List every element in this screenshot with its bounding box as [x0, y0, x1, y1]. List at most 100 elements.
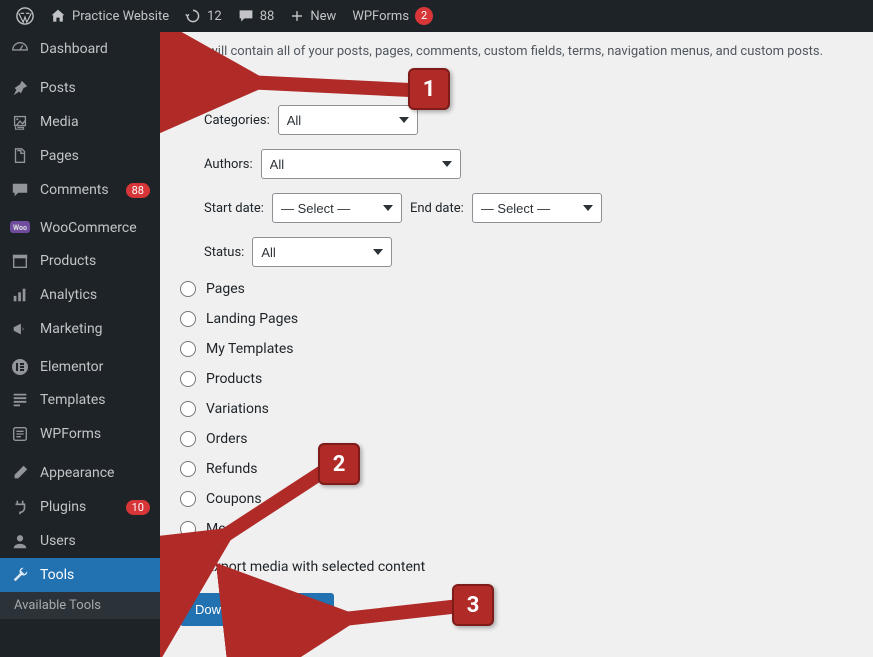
radio-variations[interactable]	[180, 401, 196, 417]
radio-coupons-label: Coupons	[206, 491, 262, 507]
sidebar-item-analytics[interactable]: Analytics	[0, 278, 160, 312]
radio-orders-label: Orders	[206, 431, 248, 447]
sidebar-item-media[interactable]: Media	[0, 105, 160, 139]
wpforms-label: WPForms	[352, 9, 409, 24]
radio-products[interactable]	[180, 371, 196, 387]
comment-icon	[10, 181, 30, 199]
radio-my-templates[interactable]	[180, 341, 196, 357]
wpforms-icon	[10, 425, 30, 443]
pages-icon	[10, 147, 30, 165]
brush-icon	[10, 464, 30, 482]
elementor-icon	[10, 359, 30, 375]
categories-select[interactable]: All	[278, 105, 418, 135]
sidebar-item-label: Elementor	[40, 359, 150, 375]
templates-icon	[10, 391, 30, 409]
sidebar-item-templates[interactable]: Templates	[0, 383, 160, 417]
status-select[interactable]: All	[252, 237, 392, 267]
sidebar-item-label: WooCommerce	[40, 220, 150, 236]
radio-refunds[interactable]	[180, 461, 196, 477]
sidebar-item-pages[interactable]: Pages	[0, 139, 160, 173]
sidebar-item-comments[interactable]: Comments 88	[0, 173, 160, 207]
radio-my-templates-label: My Templates	[206, 341, 294, 357]
export-description: This will contain all of your posts, pag…	[180, 44, 853, 59]
radio-orders[interactable]	[180, 431, 196, 447]
megaphone-icon	[10, 320, 30, 338]
sidebar-item-label: Tools	[40, 567, 150, 583]
wrench-icon	[10, 566, 30, 584]
radio-pages[interactable]	[180, 281, 196, 297]
sidebar-item-dashboard[interactable]: Dashboard	[0, 32, 160, 66]
export-media-checkbox-label: Export media with selected content	[206, 559, 425, 575]
end-date-label: End date:	[410, 201, 464, 216]
sidebar-item-appearance[interactable]: Appearance	[0, 456, 160, 490]
sidebar-item-label: Plugins	[40, 499, 116, 515]
categories-label: Categories:	[204, 113, 270, 128]
new-content-link[interactable]: New	[282, 0, 344, 32]
media-icon	[10, 113, 30, 131]
site-name-label: Practice Website	[72, 9, 169, 24]
radio-media-option-label: Me	[206, 521, 226, 537]
comment-icon	[238, 8, 254, 24]
plug-icon	[10, 498, 30, 516]
updates-link[interactable]: 12	[177, 0, 230, 32]
archive-icon	[10, 252, 30, 270]
download-export-button[interactable]: Download Export File	[180, 593, 334, 626]
sidebar-item-users[interactable]: Users	[0, 524, 160, 558]
wpforms-menu-link[interactable]: WPForms 2	[344, 0, 441, 32]
wordpress-icon	[16, 7, 34, 25]
site-name-link[interactable]: Practice Website	[42, 0, 177, 32]
plus-icon	[290, 9, 304, 23]
sidebar-item-label: Templates	[40, 392, 150, 408]
sidebar-item-label: Media	[40, 114, 150, 130]
comments-link[interactable]: 88	[230, 0, 283, 32]
sidebar-item-woocommerce[interactable]: Woo WooCommerce	[0, 212, 160, 244]
sidebar-item-label: Analytics	[40, 287, 150, 303]
radio-landing-pages-label: Landing Pages	[206, 311, 298, 327]
chart-icon	[10, 286, 30, 304]
admin-bar: Practice Website 12 88 New WPForms 2	[0, 0, 873, 32]
radio-products-label: Products	[206, 371, 262, 387]
sidebar-item-label: Dashboard	[40, 41, 150, 57]
sidebar-item-label: WPForms	[40, 426, 150, 442]
comments-badge: 88	[126, 183, 150, 198]
sidebar-item-plugins[interactable]: Plugins 10	[0, 490, 160, 524]
plugins-badge: 10	[126, 500, 150, 515]
sidebar-item-marketing[interactable]: Marketing	[0, 312, 160, 346]
dashboard-icon	[10, 40, 30, 58]
radio-media-option[interactable]	[180, 521, 196, 537]
radio-coupons[interactable]	[180, 491, 196, 507]
sidebar-item-elementor[interactable]: Elementor	[0, 351, 160, 383]
sidebar-item-label: Pages	[40, 148, 150, 164]
admin-sidebar: Dashboard Posts Media Pages Comments 88 …	[0, 32, 160, 657]
annotation-3: 3	[320, 592, 500, 646]
export-media-checkbox[interactable]	[180, 559, 196, 575]
start-date-select[interactable]: — Select —	[272, 193, 402, 223]
radio-landing-pages[interactable]	[180, 311, 196, 327]
authors-label: Authors:	[204, 157, 253, 172]
user-icon	[10, 532, 30, 550]
woo-icon: Woo	[10, 221, 30, 235]
svg-text:Woo: Woo	[13, 224, 27, 232]
authors-select[interactable]: All	[261, 149, 461, 179]
sidebar-item-posts[interactable]: Posts	[0, 71, 160, 105]
radio-variations-label: Variations	[206, 401, 269, 417]
wp-logo[interactable]	[8, 0, 42, 32]
sidebar-item-products[interactable]: Products	[0, 244, 160, 278]
sidebar-item-label: Products	[40, 253, 150, 269]
radio-posts[interactable]	[180, 73, 196, 89]
end-date-select[interactable]: — Select —	[472, 193, 602, 223]
radio-refunds-label: Refunds	[206, 461, 258, 477]
home-icon	[50, 8, 66, 24]
sidebar-item-wpforms[interactable]: WPForms	[0, 417, 160, 451]
sidebar-item-tools[interactable]: Tools	[0, 558, 160, 592]
status-label: Status:	[204, 245, 244, 260]
updates-count: 12	[207, 9, 222, 24]
sidebar-item-label: Posts	[40, 80, 150, 96]
sidebar-item-label: Comments	[40, 182, 116, 198]
comments-count: 88	[260, 9, 275, 24]
posts-filters: Categories: All Authors: All Start date:…	[204, 105, 853, 267]
new-label: New	[310, 9, 336, 24]
sidebar-item-label: Users	[40, 533, 150, 549]
submenu-available-tools[interactable]: Available Tools	[0, 592, 160, 619]
radio-posts-label: Posts	[206, 73, 242, 89]
